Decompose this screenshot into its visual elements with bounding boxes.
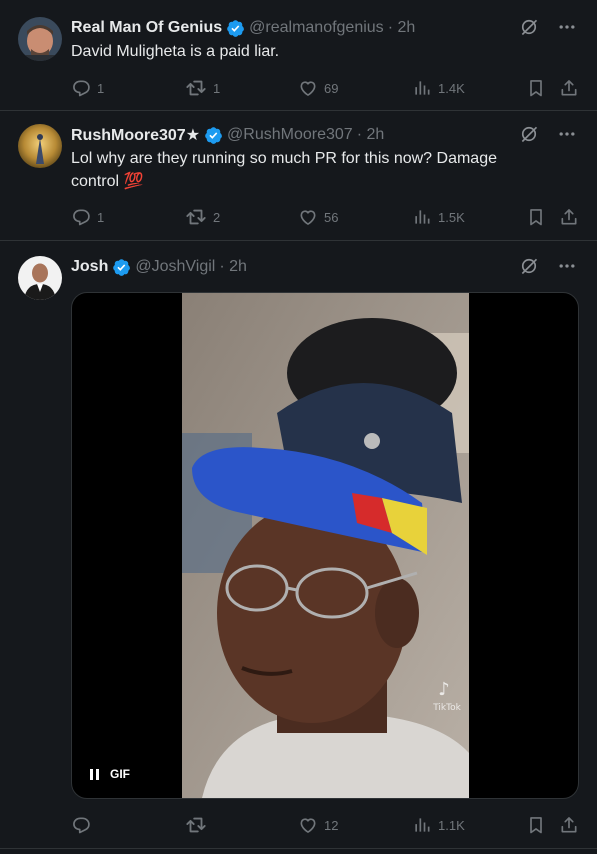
share-button[interactable]	[559, 205, 579, 229]
reply-button[interactable]: 1	[71, 76, 104, 100]
reply-count: 1	[97, 209, 105, 225]
share-button[interactable]	[559, 813, 579, 837]
media-gif[interactable]: ♪ TikTok GIF	[71, 292, 579, 799]
more-icon[interactable]	[557, 17, 577, 37]
more-icon[interactable]	[557, 124, 577, 144]
user-handle[interactable]: @JoshVigil	[135, 258, 215, 276]
tweet-header: Real Man Of Genius @realmanofgenius · 2h	[71, 17, 577, 39]
timestamp[interactable]: · 2h	[388, 19, 416, 37]
avatar[interactable]	[18, 256, 62, 300]
retweet-button[interactable]	[185, 813, 213, 837]
like-button[interactable]: 12	[298, 813, 338, 837]
views-icon	[412, 207, 432, 227]
verified-badge-icon	[226, 19, 245, 38]
retweet-icon	[185, 814, 207, 836]
like-count: 56	[324, 209, 339, 225]
tweet-actions: 1 1 69 1.4K	[71, 76, 579, 100]
gif-badge: GIF	[110, 767, 130, 781]
verified-badge-icon	[112, 258, 131, 277]
like-button[interactable]: 56	[298, 205, 338, 229]
retweet-count: 1	[213, 80, 221, 96]
like-icon	[298, 815, 318, 835]
views-icon	[412, 815, 432, 835]
share-button[interactable]	[559, 76, 579, 100]
like-button[interactable]: 69	[298, 76, 338, 100]
display-name[interactable]: Josh	[71, 258, 108, 276]
views-button[interactable]: 1.4K	[412, 76, 465, 100]
tweet-text: Lol why are they running so much PR for …	[71, 150, 497, 190]
views-count: 1.1K	[438, 817, 465, 833]
reply-button[interactable]	[71, 813, 97, 837]
bookmark-icon	[526, 78, 546, 98]
reply-button[interactable]: 1	[71, 205, 104, 229]
retweet-button[interactable]: 1	[185, 76, 220, 100]
bookmark-icon	[526, 815, 546, 835]
reply-icon	[71, 207, 91, 227]
gif-controls[interactable]: GIF	[90, 767, 130, 781]
tweet-actions: 1 2 56 1.5K	[71, 205, 579, 229]
retweet-button[interactable]: 2	[185, 205, 220, 229]
tweet-header: RushMoore307★ @RushMoore307 · 2h	[71, 124, 577, 146]
bookmark-icon	[526, 207, 546, 227]
gif-image[interactable]: ♪ TikTok	[182, 293, 469, 798]
user-handle[interactable]: @RushMoore307	[227, 126, 353, 144]
avatar[interactable]	[18, 17, 62, 61]
reply-icon	[71, 815, 91, 835]
tweet[interactable]: RushMoore307★ @RushMoore307 · 2h Lol why…	[0, 111, 597, 241]
tweet-header: Josh @JoshVigil · 2h	[71, 256, 577, 278]
retweet-icon	[185, 206, 207, 228]
bookmark-button[interactable]	[526, 813, 546, 837]
display-name[interactable]: RushMoore307★	[71, 125, 200, 145]
tweet[interactable]: Josh @JoshVigil · 2h ♪ TikTok GIF 12 1.1…	[0, 241, 597, 849]
tweet-actions: 12 1.1K	[71, 813, 579, 837]
tweet-text: David Muligheta is a paid liar.	[71, 43, 280, 60]
reply-count: 1	[97, 80, 105, 96]
verified-badge-icon	[204, 126, 223, 145]
grok-icon[interactable]	[519, 256, 539, 276]
like-count: 12	[324, 817, 339, 833]
views-button[interactable]: 1.5K	[412, 205, 465, 229]
more-icon[interactable]	[557, 256, 577, 276]
like-count: 69	[324, 80, 339, 96]
grok-icon[interactable]	[519, 17, 539, 37]
user-handle[interactable]: @realmanofgenius	[249, 19, 384, 37]
views-count: 1.4K	[438, 80, 465, 96]
retweet-count: 2	[213, 209, 221, 225]
tiktok-watermark: TikTok	[432, 703, 461, 713]
avatar[interactable]	[18, 124, 62, 168]
svg-text:♪: ♪	[438, 679, 450, 700]
timestamp[interactable]: · 2h	[357, 126, 385, 144]
retweet-icon	[185, 77, 207, 99]
like-icon	[298, 78, 318, 98]
tweet[interactable]: Real Man Of Genius @realmanofgenius · 2h…	[0, 0, 597, 111]
pause-icon[interactable]	[90, 768, 100, 780]
bookmark-button[interactable]	[526, 205, 546, 229]
share-icon	[559, 815, 579, 835]
bookmark-button[interactable]	[526, 76, 546, 100]
views-button[interactable]: 1.1K	[412, 813, 465, 837]
grok-icon[interactable]	[519, 124, 539, 144]
timestamp[interactable]: · 2h	[219, 258, 247, 276]
views-count: 1.5K	[438, 209, 465, 225]
views-icon	[412, 78, 432, 98]
share-icon	[559, 78, 579, 98]
reply-icon	[71, 78, 91, 98]
like-icon	[298, 207, 318, 227]
share-icon	[559, 207, 579, 227]
display-name[interactable]: Real Man Of Genius	[71, 19, 222, 37]
